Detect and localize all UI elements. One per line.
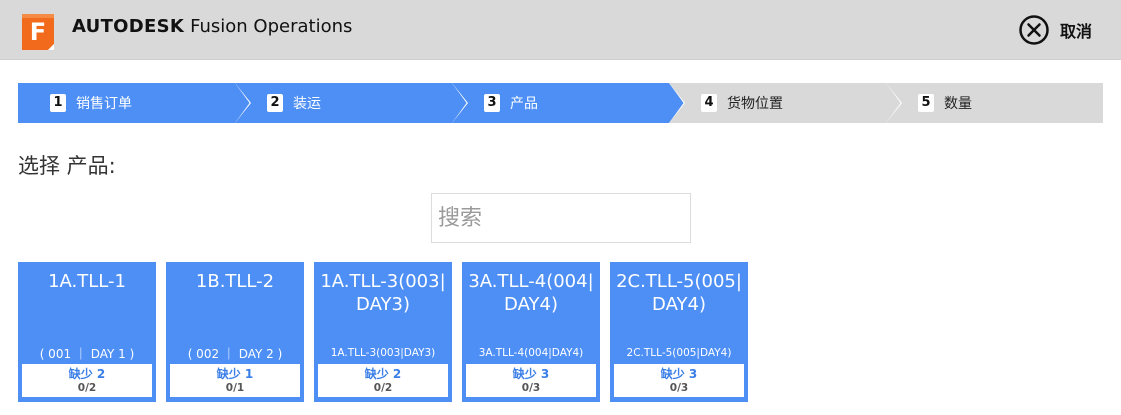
step-cargo-location[interactable]: 4 货物位置 [701,83,783,123]
product-name: Fusion Operations [190,16,353,37]
product-subtitle: ( 002 ｜ DAY 2 ) [187,347,283,361]
product-card[interactable]: 3A.TLL-4(004|DAY4) 3A.TLL-4(004|DAY4) 缺少… [462,262,600,402]
app-title: AUTODESK Fusion Operations [72,15,352,39]
product-card[interactable]: 1B.TLL-2 ( 002 ｜ DAY 2 ) 缺少 1 0/1 [166,262,304,402]
page-title: 选择 产品: [18,154,116,178]
stock-status: 缺少 2 0/2 [318,364,448,397]
shortage-label: 缺少 2 [364,367,402,381]
quantity-ratio: 0/2 [77,382,97,394]
shortage-label: 缺少 3 [512,367,550,381]
product-title: 2C.TLL-5(005|DAY4) [616,271,742,315]
product-subtitle: ( 001 ｜ DAY 1 ) [39,347,135,361]
close-circle-icon[interactable] [1018,14,1050,46]
product-title: 3A.TLL-4(004|DAY4) [468,271,594,315]
step-label: 货物位置 [727,96,783,112]
product-card[interactable]: 2C.TLL-5(005|DAY4) 2C.TLL-5(005|DAY4) 缺少… [610,262,748,402]
product-subtitle: 1A.TLL-3(003|DAY3) [330,347,436,359]
cancel-button[interactable]: 取消 [1018,14,1092,46]
cancel-label[interactable]: 取消 [1060,18,1092,42]
product-title: 1B.TLL-2 [195,271,275,292]
quantity-ratio: 0/3 [521,382,541,394]
search-input[interactable] [431,193,691,243]
logo-letter: F [30,18,46,46]
step-product[interactable]: 3 产品 [484,83,538,123]
step-number: 2 [267,94,283,112]
product-title: 1A.TLL-1 [48,271,126,292]
step-label: 产品 [510,96,538,112]
brand-name: AUTODESK [72,16,185,37]
quantity-ratio: 0/3 [669,382,689,394]
product-subtitle: 3A.TLL-4(004|DAY4) [478,347,584,359]
stock-status: 缺少 2 0/2 [22,364,152,397]
shortage-label: 缺少 1 [216,367,254,381]
step-number: 4 [701,94,717,112]
product-title: 1A.TLL-3(003|DAY3) [320,271,446,315]
step-label: 数量 [944,96,972,112]
product-subtitle: 2C.TLL-5(005|DAY4) [626,347,732,359]
product-card[interactable]: 1A.TLL-1 ( 001 ｜ DAY 1 ) 缺少 2 0/2 [18,262,156,402]
quantity-ratio: 0/2 [373,382,393,394]
stock-status: 缺少 3 0/3 [466,364,596,397]
stock-status: 缺少 3 0/3 [614,364,744,397]
shortage-label: 缺少 2 [68,367,106,381]
fusion-logo-icon: F [22,14,54,50]
wizard-steps: 1 销售订单 2 装运 3 产品 4 货物位置 5 数量 [18,83,1103,123]
step-label: 销售订单 [76,96,132,112]
product-grid: 1A.TLL-1 ( 001 ｜ DAY 1 ) 缺少 2 0/2 1B.TLL… [18,262,758,402]
step-number: 5 [918,94,934,112]
stock-status: 缺少 1 0/1 [170,364,300,397]
shortage-label: 缺少 3 [660,367,698,381]
quantity-ratio: 0/1 [225,382,245,394]
app-header: F AUTODESK Fusion Operations 取消 [0,0,1121,60]
step-number: 1 [50,94,66,112]
step-number: 3 [484,94,500,112]
step-quantity[interactable]: 5 数量 [918,83,972,123]
step-sales-order[interactable]: 1 销售订单 [50,83,132,123]
step-shipment[interactable]: 2 装运 [267,83,321,123]
step-label: 装运 [293,96,321,112]
product-card[interactable]: 1A.TLL-3(003|DAY3) 1A.TLL-3(003|DAY3) 缺少… [314,262,452,402]
